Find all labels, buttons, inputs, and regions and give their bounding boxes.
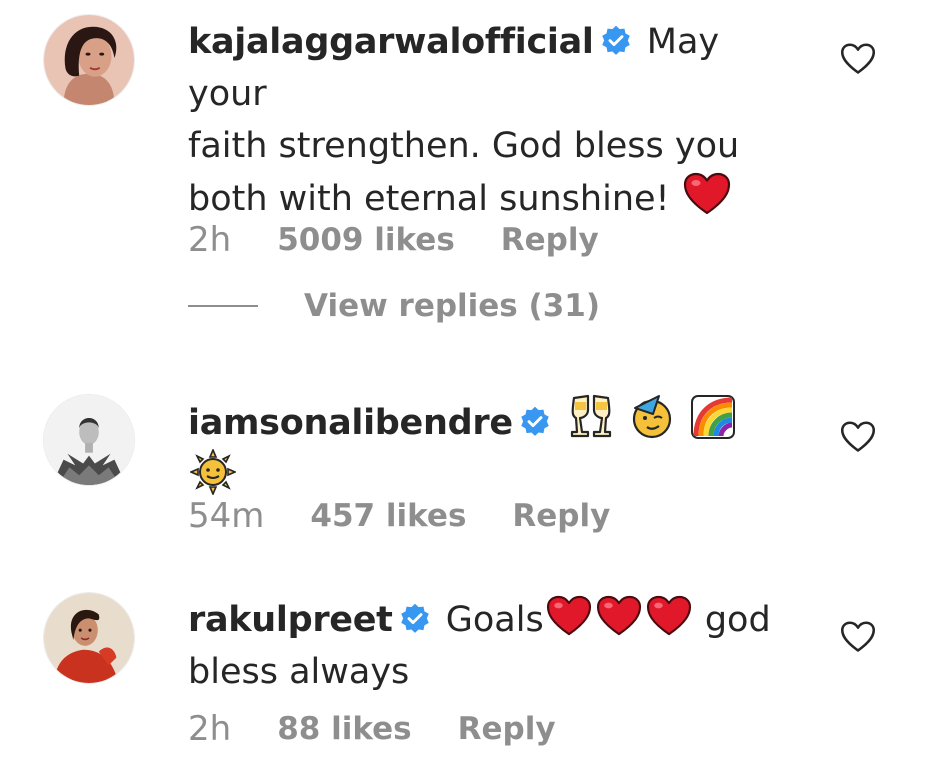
red-heart-emoji-icon xyxy=(683,172,731,216)
comment-time[interactable]: 54m xyxy=(188,496,264,536)
like-comment-heart-icon[interactable] xyxy=(840,42,876,76)
comment-username[interactable]: rakulpreet xyxy=(188,600,393,640)
comment-meta: 54m 457 likes Reply xyxy=(188,494,610,538)
verified-badge-icon xyxy=(399,603,431,635)
comment-text-line2: bless always xyxy=(188,652,410,692)
rainbow-emoji-icon xyxy=(690,394,736,440)
comment-meta: 2h 5009 likes Reply xyxy=(188,218,599,262)
avatar[interactable] xyxy=(43,394,135,486)
comment-text-line2: faith strengthen. God bless you xyxy=(188,126,740,166)
comment-body: rakulpreet Goals god bless always xyxy=(188,594,798,698)
red-heart-emoji-icon xyxy=(596,595,642,637)
verified-badge-icon xyxy=(519,406,551,438)
view-replies-button[interactable]: View replies (31) xyxy=(188,286,600,326)
like-comment-heart-icon[interactable] xyxy=(840,620,876,654)
comments-list: kajalaggarwalofficial May your faith str… xyxy=(0,0,948,768)
comment-likes[interactable]: 457 likes xyxy=(310,498,466,534)
avatar[interactable] xyxy=(43,14,135,106)
comment-likes[interactable]: 5009 likes xyxy=(277,222,455,258)
avatar-iamsonalibendre xyxy=(44,395,134,485)
sun-with-face-emoji-icon xyxy=(190,449,236,495)
comment-body: kajalaggarwalofficial May your faith str… xyxy=(188,16,798,225)
comment-body: iamsonalibendre xyxy=(188,394,798,504)
comment-username[interactable]: iamsonalibendre xyxy=(188,403,513,443)
comment-username[interactable]: kajalaggarwalofficial xyxy=(188,22,594,62)
avatar-kajalaggarwalofficial xyxy=(44,15,134,105)
avatar[interactable] xyxy=(43,592,135,684)
reply-button[interactable]: Reply xyxy=(458,711,556,747)
like-comment-heart-icon[interactable] xyxy=(840,420,876,454)
red-heart-emoji-icon xyxy=(546,595,592,637)
partying-face-emoji-icon xyxy=(629,394,675,440)
avatar-rakulpreet xyxy=(44,593,134,683)
comment-likes[interactable]: 88 likes xyxy=(277,711,411,747)
comment-time[interactable]: 2h xyxy=(188,220,231,260)
comment-text-before: Goals xyxy=(445,600,544,640)
view-replies-label: View replies (31) xyxy=(304,288,601,324)
verified-badge-icon xyxy=(600,25,632,57)
red-heart-emoji-icon xyxy=(646,595,692,637)
comment-meta: 2h 88 likes Reply xyxy=(188,707,556,751)
reply-button[interactable]: Reply xyxy=(512,498,610,534)
comment-time[interactable]: 2h xyxy=(188,709,231,749)
comment-text-line3: both with eternal sunshine! xyxy=(188,179,670,219)
comment-text-after: god xyxy=(704,600,771,640)
reply-button[interactable]: Reply xyxy=(501,222,599,258)
replies-divider-line xyxy=(188,305,258,307)
clinking-glasses-emoji-icon xyxy=(568,394,614,440)
